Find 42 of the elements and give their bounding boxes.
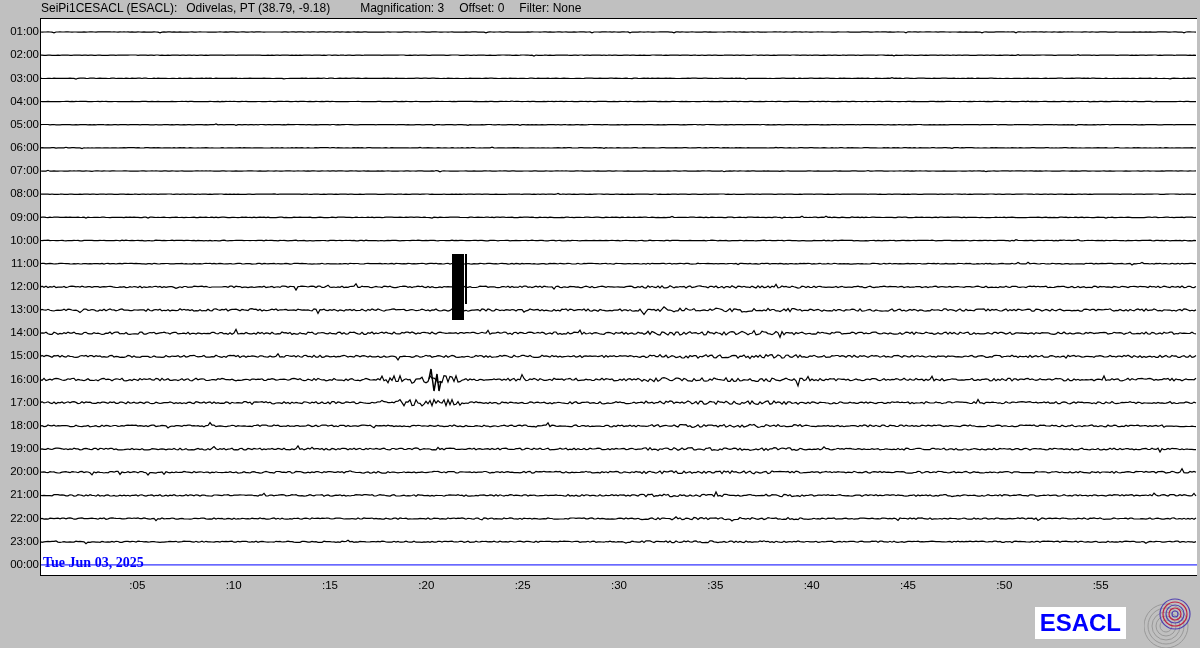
- hour-label: 08:00: [9, 186, 40, 202]
- hour-label: 01:00: [9, 24, 40, 40]
- hour-label: 07:00: [9, 163, 40, 179]
- hour-label: 02:00: [9, 47, 40, 63]
- hour-label: 21:00: [9, 487, 40, 503]
- station-logo: ESACL: [1034, 607, 1126, 639]
- hour-label: 23:00: [9, 533, 40, 549]
- hour-label: 19:00: [9, 441, 40, 457]
- hour-label: 18:00: [9, 417, 40, 433]
- hour-label: 09:00: [9, 209, 40, 225]
- minute-label: :30: [611, 579, 627, 591]
- minute-label: :55: [1092, 579, 1109, 591]
- minute-label: :15: [322, 579, 338, 591]
- filter-text: Filter: None: [519, 0, 582, 15]
- hour-label: 00:00: [9, 556, 40, 572]
- hour-label: 15:00: [9, 348, 40, 364]
- minute-label: :05: [129, 579, 146, 591]
- hour-label: 04:00: [9, 93, 40, 109]
- hour-label: 12:00: [9, 278, 40, 294]
- station-name: SeiPi1CESACL (ESACL):: [41, 0, 178, 15]
- concentric-rings-icon: [1144, 598, 1194, 648]
- minute-label: :35: [707, 579, 724, 591]
- minute-label: :10: [225, 579, 242, 591]
- hour-label: 13:00: [9, 302, 40, 318]
- minute-label: :25: [514, 579, 531, 591]
- minute-label: :40: [803, 579, 820, 591]
- hour-label: 11:00: [10, 255, 40, 271]
- hour-label: 16:00: [9, 371, 40, 387]
- minute-label: :20: [418, 579, 435, 591]
- hour-label: 20:00: [9, 464, 40, 480]
- station-location: Odivelas, PT (38.79, -9.18): [186, 0, 331, 15]
- hour-label: 10:00: [9, 232, 40, 248]
- hour-label: 03:00: [9, 70, 40, 86]
- minute-label: :45: [900, 579, 916, 591]
- hour-label: 14:00: [9, 325, 40, 341]
- magnification-text: Magnification: 3: [360, 0, 445, 15]
- minute-label: :50: [996, 579, 1013, 591]
- hour-label: 17:00: [9, 394, 40, 410]
- hour-label: 05:00: [9, 116, 40, 132]
- offset-text: Offset: 0: [459, 0, 505, 15]
- hour-label: 22:00: [9, 510, 40, 526]
- hour-label: 06:00: [9, 140, 40, 156]
